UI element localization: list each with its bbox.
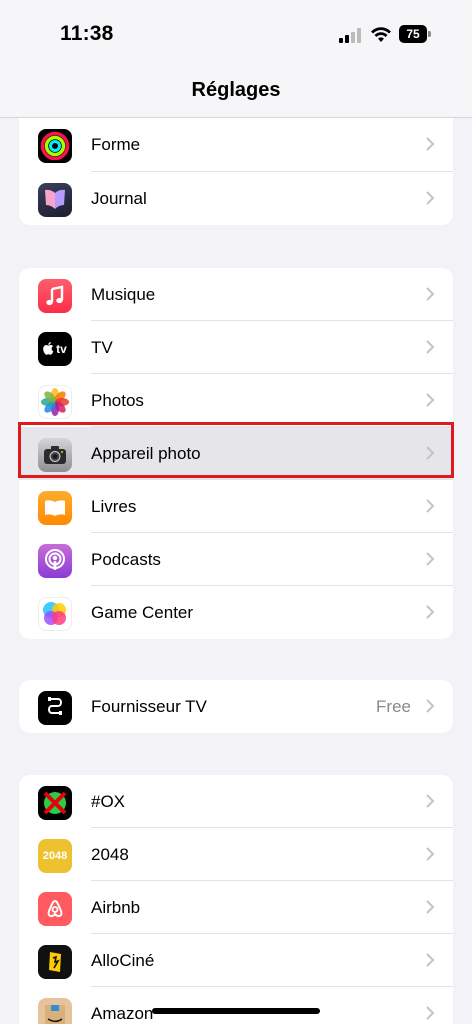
chevron-right-icon bbox=[426, 499, 435, 513]
battery-indicator: 75 bbox=[399, 25, 427, 43]
battery-tip bbox=[428, 31, 431, 37]
chevron-right-icon bbox=[426, 847, 435, 861]
chevron-right-icon bbox=[426, 605, 435, 619]
2048-icon-text: 2048 bbox=[42, 850, 68, 862]
status-bar: 11:38 75 bbox=[0, 0, 472, 70]
settings-row-label: Game Center bbox=[91, 602, 194, 622]
settings-row-tv[interactable]: tv TV bbox=[19, 321, 453, 374]
cellular-signal-icon bbox=[339, 28, 361, 43]
tv-icon: tv bbox=[38, 332, 72, 366]
settings-row-podcasts[interactable]: Podcasts bbox=[19, 533, 453, 586]
settings-row-fournisseur-tv[interactable]: Fournisseur TV Free bbox=[19, 680, 453, 733]
settings-row-label: AlloCiné bbox=[91, 950, 155, 970]
settings-row-label: Fournisseur TV bbox=[91, 696, 207, 716]
ox-game-icon bbox=[38, 786, 72, 820]
books-icon bbox=[38, 491, 72, 525]
settings-row-ox[interactable]: #OX bbox=[19, 775, 453, 828]
chevron-right-icon bbox=[426, 191, 435, 205]
chevron-right-icon bbox=[426, 552, 435, 566]
journal-icon bbox=[38, 183, 72, 217]
settings-row-allocine[interactable]: AlloCiné bbox=[19, 934, 453, 987]
status-time: 11:38 bbox=[60, 22, 114, 45]
music-icon bbox=[38, 279, 72, 313]
chevron-right-icon bbox=[426, 900, 435, 914]
amazon-icon bbox=[38, 998, 72, 1024]
2048-icon: 2048 bbox=[38, 839, 72, 873]
settings-row-label: 2048 bbox=[91, 844, 129, 864]
chevron-right-icon bbox=[426, 340, 435, 354]
chevron-right-icon bbox=[426, 699, 435, 713]
settings-row-photos[interactable]: Photos bbox=[19, 374, 453, 427]
settings-row-value: Free bbox=[376, 696, 411, 716]
chevron-right-icon bbox=[426, 287, 435, 301]
settings-row-airbnb[interactable]: Airbnb bbox=[19, 881, 453, 934]
page-title: Réglages bbox=[191, 79, 281, 101]
fitness-icon bbox=[38, 129, 72, 163]
airbnb-icon bbox=[38, 892, 72, 926]
chevron-right-icon bbox=[426, 794, 435, 808]
settings-row-label: TV bbox=[91, 337, 113, 357]
chevron-right-icon bbox=[426, 393, 435, 407]
settings-group-tv-provider: Fournisseur TV Free bbox=[19, 680, 453, 733]
settings-group-health: Forme Journal bbox=[19, 118, 453, 225]
chevron-right-icon bbox=[426, 953, 435, 967]
settings-row-label: Photos bbox=[91, 390, 144, 410]
tv-provider-icon bbox=[38, 691, 72, 725]
highlight-annotation bbox=[18, 422, 454, 478]
settings-row-label: Livres bbox=[91, 496, 137, 516]
chevron-right-icon bbox=[426, 1006, 435, 1020]
settings-row-label: #OX bbox=[91, 791, 126, 811]
photos-icon bbox=[38, 385, 72, 419]
settings-row-label: Musique bbox=[91, 284, 156, 304]
settings-row-label: Airbnb bbox=[91, 897, 141, 917]
settings-row-journal[interactable]: Journal bbox=[19, 172, 453, 225]
navigation-bar: Réglages bbox=[0, 70, 472, 118]
settings-row-label: Amazon bbox=[91, 1003, 154, 1023]
settings-row-livres[interactable]: Livres bbox=[19, 480, 453, 533]
game-center-icon bbox=[38, 597, 72, 631]
settings-row-musique[interactable]: Musique bbox=[19, 268, 453, 321]
wifi-icon bbox=[371, 27, 391, 42]
settings-row-label: Podcasts bbox=[91, 549, 161, 569]
settings-row-label: Journal bbox=[91, 188, 147, 208]
settings-row-2048[interactable]: 2048 2048 bbox=[19, 828, 453, 881]
settings-group-apps: #OX 2048 2048 Airbnb AlloCiné Amazon bbox=[19, 775, 453, 1024]
settings-row-game-center[interactable]: Game Center bbox=[19, 586, 453, 639]
chevron-right-icon bbox=[426, 137, 435, 151]
tv-icon-text: tv bbox=[56, 342, 67, 356]
podcasts-icon bbox=[38, 544, 72, 578]
allocine-icon bbox=[38, 945, 72, 979]
settings-row-amazon[interactable]: Amazon bbox=[19, 987, 453, 1024]
settings-row-forme[interactable]: Forme bbox=[19, 118, 453, 172]
settings-row-label: Forme bbox=[91, 135, 141, 154]
home-indicator[interactable] bbox=[152, 1008, 320, 1014]
